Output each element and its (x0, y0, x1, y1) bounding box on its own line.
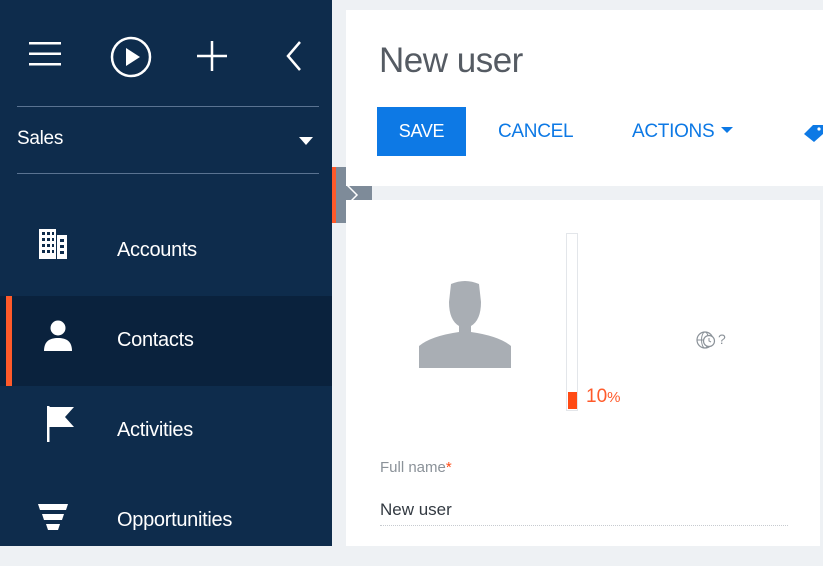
menu-icon[interactable] (29, 41, 61, 72)
actions-label: ACTIONS (632, 121, 715, 142)
completeness-unit: % (607, 389, 621, 406)
chevron-down-icon (721, 126, 734, 133)
required-marker: * (445, 459, 452, 476)
profile-completeness-value: 10% (586, 386, 620, 408)
workplace-label: Sales (17, 128, 64, 149)
full-name-label-text: Full name (380, 459, 446, 476)
completeness-number: 10 (586, 386, 608, 407)
active-indicator (6, 296, 12, 386)
timezone-unknown-marker: ? (718, 331, 726, 347)
page-header: New user SAVE CANCEL ACTIONS (346, 10, 823, 186)
sidebar-item-label: Accounts (117, 239, 197, 261)
person-icon (43, 320, 73, 354)
sidebar-item-activities[interactable]: Activities (0, 386, 332, 476)
full-name-label: Full name* (380, 459, 452, 476)
globe-clock-icon[interactable] (696, 330, 716, 355)
cancel-button[interactable]: CANCEL (498, 121, 574, 143)
sidebar: Sales Accounts Contacts Activities Oppor… (0, 0, 332, 546)
tab-accent (332, 167, 336, 223)
sidebar-item-opportunities[interactable]: Opportunities (0, 476, 332, 566)
collapse-sidebar-icon[interactable] (285, 40, 303, 77)
full-name-field[interactable] (380, 495, 788, 526)
sidebar-item-contacts[interactable]: Contacts (0, 296, 332, 386)
sidebar-topbar (0, 0, 332, 106)
sidebar-item-accounts[interactable]: Accounts (0, 206, 332, 296)
sidebar-divider-top (17, 106, 319, 107)
profile-card: 10% ? Full name* (346, 200, 820, 546)
user-photo-placeholder-icon[interactable] (419, 280, 511, 373)
sidebar-item-label: Contacts (117, 329, 194, 351)
page-title: New user (379, 41, 523, 80)
building-icon (39, 229, 69, 263)
chevron-down-icon (299, 137, 313, 145)
workplace-selector[interactable]: Sales (17, 108, 319, 172)
funnel-icon (38, 504, 68, 538)
add-icon[interactable] (197, 41, 227, 76)
profile-completeness-bar (566, 233, 578, 411)
flag-icon (47, 406, 77, 442)
profile-completeness-fill (568, 392, 577, 409)
tag-icon[interactable] (804, 125, 823, 147)
sidebar-item-label: Activities (117, 419, 193, 441)
sidebar-divider-bottom (17, 173, 319, 174)
process-play-icon[interactable] (109, 35, 153, 84)
sidebar-item-label: Opportunities (117, 509, 233, 531)
save-button[interactable]: SAVE (377, 107, 466, 156)
actions-button[interactable]: ACTIONS (632, 121, 734, 143)
